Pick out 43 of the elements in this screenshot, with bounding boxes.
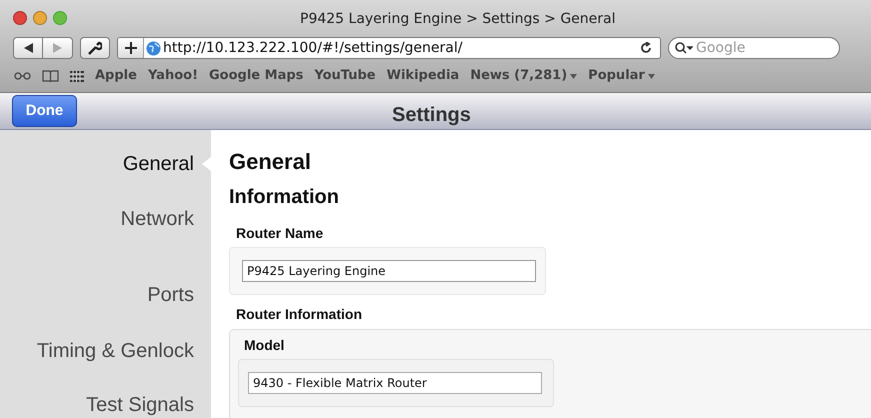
bookmark-link[interactable]: Google Maps (209, 66, 304, 86)
url-text: http://10.123.222.100/#!/settings/general/ (163, 38, 464, 58)
search-icon (675, 42, 693, 54)
bookmark-link[interactable]: YouTube (314, 66, 376, 86)
grid-icon[interactable] (70, 70, 84, 82)
bookmark-link[interactable]: Yahoo! (148, 66, 198, 86)
back-button[interactable] (13, 37, 43, 59)
search-field[interactable]: Google (668, 37, 840, 59)
model-field[interactable]: 9430 - Flexible Matrix Router (248, 372, 542, 394)
sidebar-item[interactable]: Ports (147, 282, 194, 308)
minimize-icon[interactable] (33, 11, 47, 25)
reload-icon[interactable] (640, 42, 652, 54)
sidebar-item[interactable]: General (122, 151, 194, 177)
sidebar-item[interactable]: Timing & Genlock (36, 338, 194, 364)
bookmark-link[interactable]: News (7,281) (470, 66, 578, 86)
address-bar[interactable]: http://10.123.222.100/#!/settings/general/ (117, 37, 661, 59)
close-icon[interactable] (13, 11, 27, 25)
forward-button[interactable] (43, 37, 73, 59)
wrench-icon (88, 41, 102, 55)
page-title: Settings (392, 103, 471, 127)
subsection-title: Information (228, 185, 340, 209)
search-input[interactable]: Google (696, 38, 816, 58)
section-title: General (228, 149, 312, 175)
bookmark-link[interactable]: Apple (95, 66, 137, 86)
globe-icon (146, 40, 161, 56)
field-label: Router Information (235, 305, 363, 324)
bookmark-link[interactable]: Wikipedia (386, 66, 460, 86)
field-label: Model (243, 336, 286, 355)
selection-pointer-icon (202, 157, 211, 171)
window-title: P9425 Layering Engine > Settings > General (300, 10, 616, 29)
add-bookmark-button[interactable] (118, 38, 144, 58)
bookmark-link[interactable]: Popular (588, 66, 655, 86)
sidebar-item[interactable]: Test Signals (86, 392, 194, 418)
back-arrow-icon (24, 43, 32, 53)
glasses-icon[interactable] (14, 71, 31, 81)
sidebar-item[interactable]: Network (120, 206, 194, 232)
plus-icon (124, 42, 136, 54)
wrench-button[interactable] (80, 37, 110, 59)
book-icon[interactable] (42, 70, 59, 82)
router-name-field[interactable]: P9425 Layering Engine (242, 260, 536, 282)
forward-arrow-icon (53, 43, 62, 53)
field-label: Router Name (235, 224, 324, 243)
done-button[interactable]: Done (12, 95, 77, 127)
